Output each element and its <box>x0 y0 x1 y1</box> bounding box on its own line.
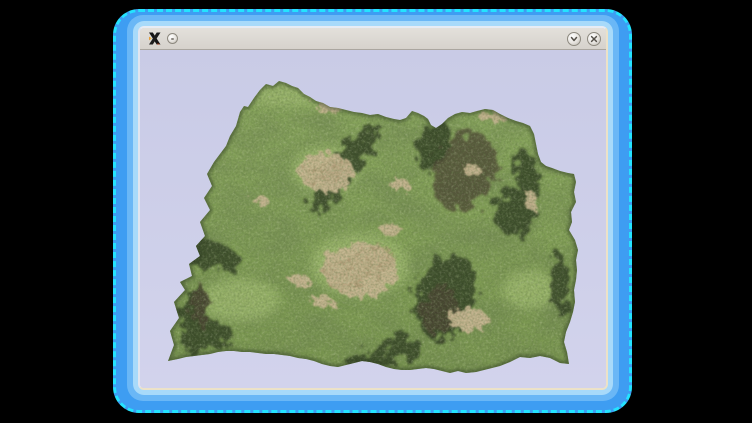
window-menu-button[interactable] <box>167 33 178 44</box>
close-icon <box>589 34 599 44</box>
close-button[interactable] <box>587 32 601 46</box>
titlebar[interactable] <box>140 28 606 50</box>
menu-dash-icon <box>171 38 174 40</box>
render-viewport[interactable] <box>140 50 606 388</box>
window-glow-frame <box>113 9 632 413</box>
shade-button[interactable] <box>567 32 581 46</box>
chevron-down-icon <box>569 34 579 44</box>
app-window <box>138 26 608 390</box>
terrain-3d-render <box>140 50 606 388</box>
xorg-logo-icon <box>148 32 161 45</box>
